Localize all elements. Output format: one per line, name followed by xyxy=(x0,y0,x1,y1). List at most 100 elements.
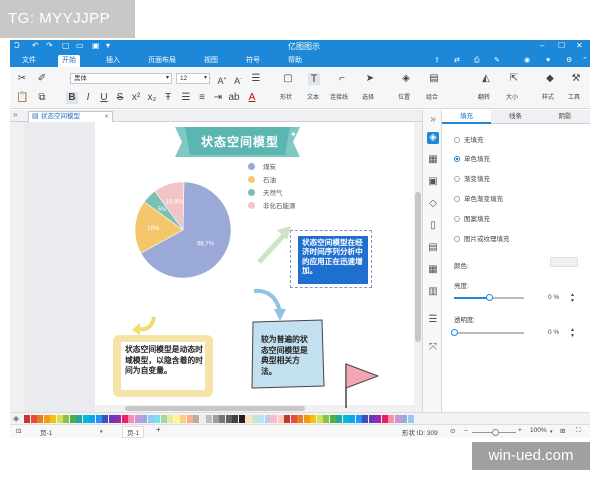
superscript-button[interactable]: x² xyxy=(130,92,142,104)
palette-swatch[interactable] xyxy=(232,415,238,423)
palette-swatch[interactable] xyxy=(43,415,50,423)
palette-swatch[interactable] xyxy=(102,415,108,423)
collapse-panel-icon[interactable]: » xyxy=(427,114,439,126)
palette-swatch[interactable] xyxy=(37,415,43,423)
share-icon[interactable]: ⇄ xyxy=(450,55,464,67)
palette-swatch[interactable] xyxy=(323,415,329,423)
subscript-button[interactable]: x₂ xyxy=(146,92,158,104)
highlight-icon[interactable]: ab xyxy=(228,92,240,104)
page-selector[interactable]: 页-1 xyxy=(40,427,52,437)
expand-library-icon[interactable]: » xyxy=(13,110,17,119)
palette-swatch[interactable] xyxy=(303,415,310,423)
palette-swatch[interactable] xyxy=(238,415,245,423)
palette-swatch[interactable] xyxy=(368,415,375,423)
maximize-icon[interactable]: ☐ xyxy=(558,41,565,50)
palette-swatch[interactable] xyxy=(160,415,167,423)
tab-line[interactable]: 线条 xyxy=(491,110,540,124)
palette-swatch[interactable] xyxy=(134,415,141,423)
palette-swatch[interactable] xyxy=(69,415,76,423)
palette-swatch[interactable] xyxy=(180,415,186,423)
palette-swatch[interactable] xyxy=(336,415,342,423)
palette-swatch[interactable] xyxy=(206,415,212,423)
radio[interactable] xyxy=(454,216,460,222)
palette-swatch[interactable] xyxy=(297,415,303,423)
menu-home[interactable]: 开始 xyxy=(58,55,80,67)
flip-icon[interactable]: ◭ xyxy=(480,73,492,85)
tools-icon[interactable]: ⚒ xyxy=(570,73,582,85)
connector-icon[interactable]: ⌐ xyxy=(336,73,348,85)
text-box-mid-content[interactable]: 较为普遍的状态空间模型是典型相关方法。 xyxy=(261,335,315,377)
tab-shadow[interactable]: 阴影 xyxy=(540,110,590,124)
radio-selected[interactable] xyxy=(454,156,460,162)
add-page-button[interactable]: + xyxy=(156,425,161,434)
zoom-in-button[interactable]: + xyxy=(518,427,522,434)
strikethrough-button[interactable]: S xyxy=(114,92,126,104)
palette-swatch[interactable] xyxy=(284,415,290,423)
italic-button[interactable]: I xyxy=(82,92,94,104)
palette-swatch[interactable] xyxy=(141,415,147,423)
tab-document[interactable]: ▤ 状态空间模型 ✕ xyxy=(28,111,113,122)
palette-swatch[interactable] xyxy=(212,415,219,423)
palette-swatch[interactable] xyxy=(388,415,394,423)
page-icon[interactable]: ▯ xyxy=(427,220,439,232)
palette-swatch[interactable] xyxy=(30,415,37,423)
palette-swatch[interactable] xyxy=(225,415,232,423)
palette-swatch[interactable] xyxy=(277,415,284,423)
palette-swatch[interactable] xyxy=(115,415,121,423)
table-icon[interactable]: ▦ xyxy=(427,264,439,276)
align-icon[interactable]: ☰ xyxy=(250,73,262,85)
grid-icon[interactable]: ▦ xyxy=(427,154,439,166)
zoom-slider-knob[interactable] xyxy=(492,429,499,436)
palette-swatch[interactable] xyxy=(95,415,102,423)
palette-swatch[interactable] xyxy=(89,415,95,423)
format-painter-icon[interactable]: ✐ xyxy=(36,73,48,85)
palette-swatch[interactable] xyxy=(258,415,264,423)
menu-symbols[interactable]: 符号 xyxy=(242,55,264,67)
shrink-font-icon[interactable]: A- xyxy=(232,73,244,86)
outline-icon[interactable]: ☰ xyxy=(427,314,439,326)
option-pattern-fill[interactable]: 图案填充 xyxy=(454,215,490,225)
quick-access-more-icon[interactable]: ▾ xyxy=(106,41,110,50)
font-family-select[interactable]: 黑体 ▾ xyxy=(70,73,172,84)
palette-swatch[interactable] xyxy=(394,415,401,423)
bold-button[interactable]: B xyxy=(66,92,78,104)
palette-swatch[interactable] xyxy=(375,415,381,423)
theme-icon[interactable]: ♥ xyxy=(542,55,554,67)
cut-icon[interactable]: ✂ xyxy=(16,73,28,85)
grow-font-icon[interactable]: A+ xyxy=(216,73,228,86)
numbered-list-icon[interactable]: ≡ xyxy=(196,92,208,104)
palette-swatch[interactable] xyxy=(193,415,199,423)
palette-swatch[interactable] xyxy=(316,415,323,423)
page-nav-chevron-icon[interactable]: ▾ xyxy=(100,429,103,435)
palette-swatch[interactable] xyxy=(121,415,128,423)
ribbon-collapse-icon[interactable]: ⌃ xyxy=(578,55,592,67)
undo-icon[interactable]: ↶ xyxy=(32,41,39,50)
font-size-select[interactable]: 12 ▾ xyxy=(176,73,210,84)
page-view-icon[interactable]: ⊡ xyxy=(16,427,21,435)
radio[interactable] xyxy=(454,236,460,242)
publish-icon[interactable]: ⇪ xyxy=(430,55,444,67)
redo-icon[interactable]: ↷ xyxy=(46,41,53,50)
palette-swatch[interactable] xyxy=(186,415,193,423)
minimize-icon[interactable]: – xyxy=(540,41,544,50)
fit-page-icon[interactable]: ⊞ xyxy=(560,427,565,435)
font-color-icon[interactable]: A xyxy=(246,92,258,104)
target-icon[interactable]: ⊙ xyxy=(450,427,455,435)
radio[interactable] xyxy=(454,137,460,143)
palette-swatch[interactable] xyxy=(355,415,362,423)
open-file-icon[interactable]: ▭ xyxy=(76,41,84,50)
fit-icon[interactable]: ⤧ xyxy=(427,342,439,354)
menu-page-layout[interactable]: 页面布局 xyxy=(144,55,180,67)
palette-swatch[interactable] xyxy=(128,415,134,423)
data-icon[interactable]: ▤ xyxy=(427,242,439,254)
fullscreen-icon[interactable]: ⛶ xyxy=(576,427,581,435)
settings-icon[interactable]: ⚙ xyxy=(562,55,576,67)
close-icon[interactable]: ✕ xyxy=(576,41,583,50)
bullet-list-icon[interactable]: ☰ xyxy=(180,92,192,104)
paste-icon[interactable]: 📋 xyxy=(16,92,28,104)
text-case-icon[interactable]: Ŧ xyxy=(162,92,174,104)
palette-swatch[interactable] xyxy=(82,415,89,423)
page-tab[interactable]: 页-1 xyxy=(122,426,145,438)
palette-swatch[interactable] xyxy=(310,415,316,423)
chart-icon[interactable]: ▥ xyxy=(427,286,439,298)
